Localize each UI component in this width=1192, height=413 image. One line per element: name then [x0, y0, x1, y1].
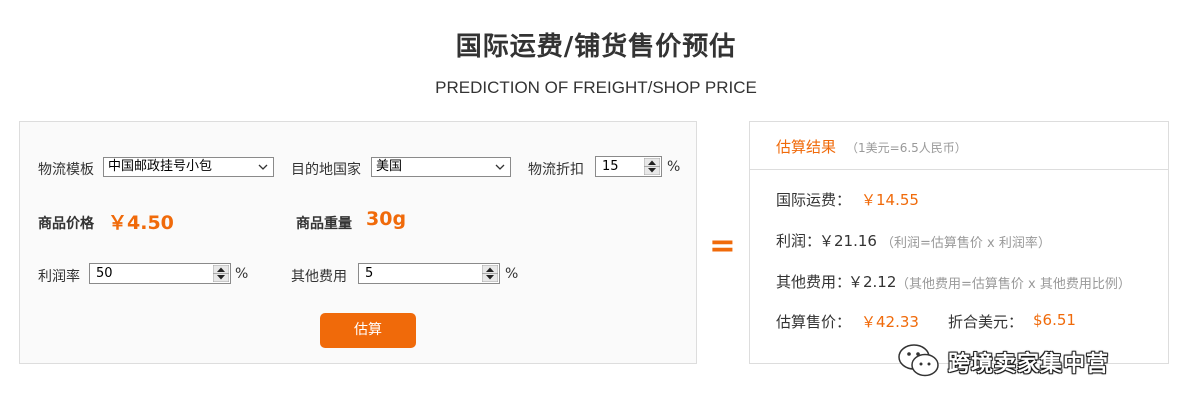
- logistics-template-label: 物流模板: [38, 162, 94, 178]
- estimated-price-value: ￥42.33: [861, 313, 919, 331]
- estimate-button[interactable]: 估算: [320, 313, 416, 348]
- exchange-rate-note: （1美元=6.5人民币）: [846, 141, 967, 155]
- usd-label: 折合美元：: [948, 313, 1024, 331]
- price-value: ￥4.50: [108, 212, 174, 234]
- equals-sign: =: [709, 226, 736, 264]
- other-fee-stepper[interactable]: 5: [358, 263, 500, 284]
- weight-label: 商品重量: [296, 216, 352, 232]
- discount-stepper[interactable]: 15: [595, 156, 662, 177]
- other-fee-value: 5: [365, 266, 374, 281]
- profit-label: 利润：: [776, 232, 822, 250]
- result-panel: 估算结果 （1美元=6.5人民币） 国际运费： ￥14.55 利润： ￥21.1…: [749, 121, 1169, 364]
- destination-label: 目的地国家: [291, 162, 361, 178]
- weight-value: 30g: [366, 208, 407, 230]
- other-fee-result-label: 其他费用：: [776, 273, 852, 291]
- result-header: 估算结果 （1美元=6.5人民币）: [750, 122, 1168, 170]
- discount-label: 物流折扣: [528, 162, 584, 178]
- spinner-arrows-icon[interactable]: [213, 265, 229, 282]
- profit-rate-stepper[interactable]: 50: [89, 263, 231, 284]
- spinner-arrows-icon[interactable]: [644, 158, 660, 175]
- chevron-down-icon: [495, 164, 505, 170]
- profit-value: ￥21.16: [819, 232, 877, 250]
- other-fee-result-value: ￥2.12: [848, 273, 897, 291]
- destination-select[interactable]: 美国: [371, 157, 511, 177]
- result-title: 估算结果: [776, 138, 837, 156]
- destination-value: 美国: [376, 159, 403, 174]
- freight-label: 国际运费：: [776, 191, 852, 209]
- other-fee-note: （其他费用=估算售价 x 其他费用比例）: [896, 277, 1131, 292]
- profit-rate-unit: %: [235, 266, 249, 282]
- logistics-template-value: 中国邮政挂号小包: [108, 159, 213, 174]
- profit-rate-label: 利润率: [38, 269, 80, 285]
- page-title: 国际运费/铺货售价预估: [455, 32, 737, 62]
- price-label: 商品价格: [38, 216, 94, 232]
- watermark: 跨境卖家集中营: [896, 342, 1156, 382]
- estimated-price-label: 估算售价：: [776, 313, 852, 331]
- usd-value: $6.51: [1033, 311, 1076, 329]
- wechat-icon: [898, 344, 939, 377]
- profit-note: （利润=估算售价 x 利润率）: [881, 236, 1051, 251]
- other-fee-label: 其他费用: [291, 269, 347, 285]
- logistics-template-select[interactable]: 中国邮政挂号小包: [103, 157, 274, 177]
- freight-value: ￥14.55: [861, 191, 919, 209]
- profit-rate-value: 50: [96, 266, 113, 281]
- page-subtitle: PREDICTION OF FREIGHT/SHOP PRICE: [435, 78, 757, 97]
- watermark-text: 跨境卖家集中营: [948, 352, 1110, 377]
- discount-value: 15: [602, 159, 619, 174]
- other-fee-unit: %: [505, 266, 519, 282]
- chevron-down-icon: [258, 164, 268, 170]
- discount-unit: %: [667, 159, 681, 175]
- spinner-arrows-icon[interactable]: [482, 265, 498, 282]
